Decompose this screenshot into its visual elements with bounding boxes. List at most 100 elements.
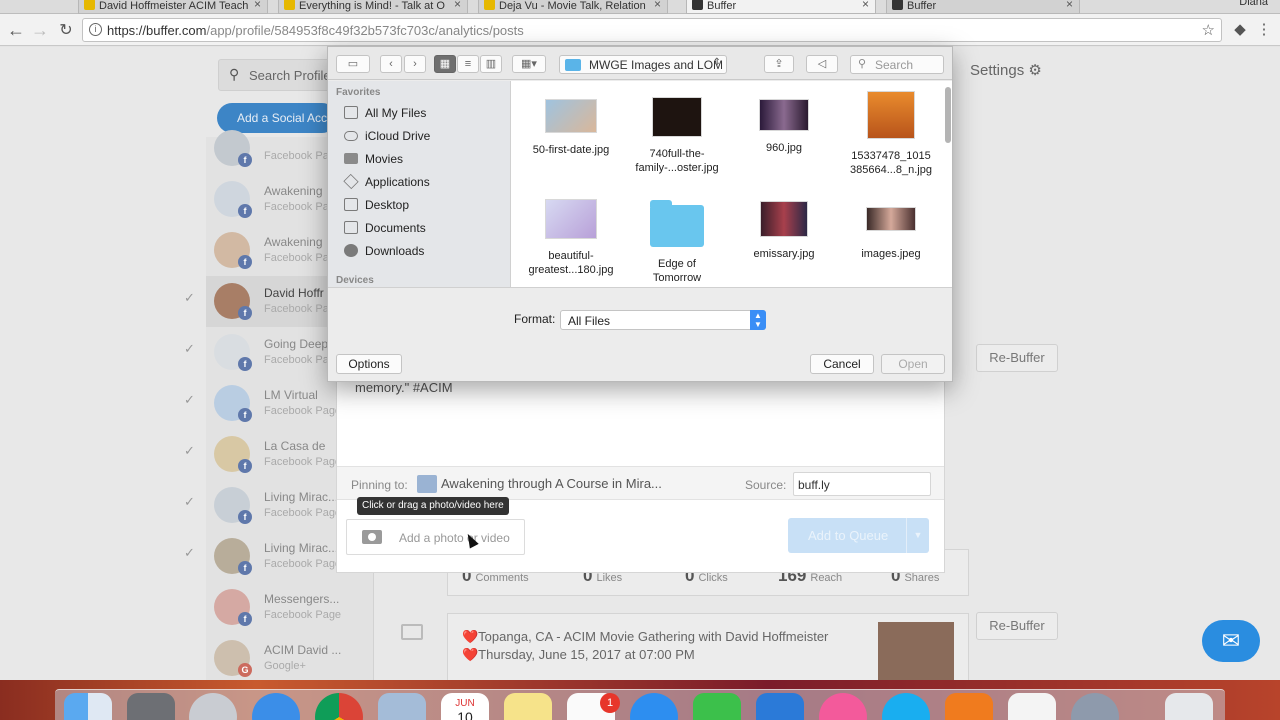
reload-icon[interactable]: ↻ [56,20,76,40]
google-plus-icon: G [238,663,252,677]
sidebar-item-documents[interactable]: Documents [344,218,426,238]
facebook-icon: f [238,357,252,371]
browser-profile-name[interactable]: Diana [1239,0,1268,8]
documents-icon [344,221,358,234]
sidebar-item-desktop[interactable]: Desktop [344,195,409,215]
calendar-day: 10 [457,709,473,720]
trash-icon[interactable] [1165,693,1213,720]
cancel-button[interactable]: Cancel [810,354,874,374]
composer-text[interactable]: memory." #ACIM [355,380,453,395]
source-label: Source: [745,478,787,492]
format-select[interactable]: All Files ▲ ▼ [560,310,766,330]
tab-title: Everything is Mind! - Talk at O [299,0,445,12]
sidebar-item-label: Documents [365,221,426,235]
file-item[interactable]: 50-first-date.jpg [521,99,621,157]
pinterest-board-selector[interactable]: Awakening through A Course in Mira... [441,476,662,491]
list-view-icon[interactable]: ≡ [457,55,479,73]
menu-icon[interactable]: ⋮ [1254,20,1274,38]
file-item[interactable]: 15337478_1015 385664...8_n.jpg [841,91,941,177]
chevron-down-icon[interactable]: ▼ [906,518,929,553]
browser-tab[interactable]: Everything is Mind! - Talk at O × [278,0,468,14]
add-to-queue-button[interactable]: Add to Queue ▼ [788,518,929,553]
tab-close-icon[interactable]: × [654,0,661,11]
file-name: 15337478_1015 385664...8_n.jpg [850,150,932,176]
sidebar-item-label: iCloud Drive [365,129,431,143]
settings-link[interactable]: Settings ⚙ [970,61,1042,79]
file-item[interactable]: images.jpeg [841,207,941,261]
url-field[interactable]: i https://buffer.com/app/profile/584953f… [82,18,1222,42]
back-chevron-icon[interactable]: ‹ [380,55,402,73]
post-text: ❤️Topanga, CA - ACIM Movie Gathering wit… [462,629,829,662]
facebook-icon: f [238,153,252,167]
buffer-favicon-icon [692,0,703,10]
tab-close-icon[interactable]: × [454,0,461,11]
profile-item[interactable]: G ACIM David ... Google+ [206,633,374,680]
forward-chevron-icon[interactable]: › [404,55,426,73]
facetime-icon[interactable] [693,693,741,720]
facebook-icon: f [238,612,252,626]
scrollbar-thumb[interactable] [945,87,951,143]
profile-name: Living Mirac... [264,541,339,555]
file-item[interactable]: 960.jpg [734,99,834,155]
tab-close-icon[interactable]: × [1066,0,1073,11]
back-arrow-icon[interactable]: ← [6,20,26,41]
address-bar: ← → ↻ i https://buffer.com/app/profile/5… [0,14,1280,46]
open-button[interactable]: Open [881,354,945,374]
sidebar-item-label: Downloads [365,244,425,258]
tag-icon[interactable]: ◁ [806,55,838,73]
facebook-icon: f [238,204,252,218]
search-icon: ⚲ [229,66,240,82]
profile-search-input[interactable]: ⚲ Search Profile [218,59,338,91]
url-host: https://buffer.com [107,23,207,38]
calendar-icon[interactable]: JUN 10 [441,693,489,720]
folder-item[interactable]: Edge of Tomorrow [627,200,727,285]
sidebar-toggle-icon[interactable]: ▭ [336,55,370,73]
options-button[interactable]: Options [336,354,402,374]
sidebar-item-movies[interactable]: Movies [344,149,403,169]
tab-close-icon[interactable]: × [862,0,869,11]
profile-name: Awakening [264,184,323,198]
notes-icon[interactable] [504,693,552,720]
word-icon[interactable] [756,693,804,720]
desktop-icon [344,198,358,211]
vlc-icon[interactable] [945,693,993,720]
sidebar-item-all-my-files[interactable]: All My Files [344,103,426,123]
file-item[interactable]: 740full-the-family-...oster.jpg [627,97,727,175]
sidebar-item-icloud-drive[interactable]: iCloud Drive [344,126,430,146]
info-icon[interactable]: i [89,23,102,36]
bookmark-star-icon[interactable]: ☆ [1202,21,1215,39]
profile-name: LM Virtual [264,388,318,402]
pinning-bar: Pinning to: Awakening through A Course i… [337,466,944,500]
rebuffer-button[interactable]: Re-Buffer [976,344,1058,372]
sidebar-item-applications[interactable]: Applications [343,172,430,192]
rebuffer-button[interactable]: Re-Buffer [976,612,1058,640]
browser-tab[interactable]: Deja Vu - Movie Talk, Relation × [478,0,668,14]
sidebar-item-downloads[interactable]: Downloads [344,241,424,261]
add-photo-button[interactable]: Add a photo or video [346,519,525,555]
file-name: 960.jpg [765,142,803,154]
profile-item[interactable]: f Messengers... Facebook Page [206,582,374,633]
slack-icon[interactable] [1008,693,1056,720]
share-icon[interactable]: ⇪ [764,55,794,73]
sidebar-item-label: Desktop [365,198,410,212]
file-item[interactable]: beautiful-greatest...180.jpg [521,199,621,277]
arrange-menu-icon[interactable]: ▦▾ [512,55,546,73]
browser-tab-active[interactable]: Buffer × [686,0,876,14]
dialog-search-input[interactable]: ⚲ Search [850,55,944,74]
browser-tab[interactable]: Buffer × [886,0,1080,14]
finder-icon[interactable] [64,693,112,720]
folder-path-popup[interactable]: MWGE Images and LOM ⇕ [559,55,727,74]
mail-app-icon[interactable] [378,693,426,720]
icon-view-icon[interactable]: ▦ [434,55,456,73]
source-input[interactable]: buff.ly [793,472,931,496]
system-preferences-icon[interactable] [127,693,175,720]
file-item[interactable]: emissary.jpg [734,201,834,261]
column-view-icon[interactable]: ▥ [480,55,502,73]
mail-icon[interactable]: ✉ [1202,620,1260,662]
tab-close-icon[interactable]: × [254,0,261,11]
browser-tab[interactable]: David Hoffmeister ACIM Teach × [78,0,268,14]
buffer-extension-icon[interactable]: ◆ [1230,20,1250,38]
forward-arrow-icon[interactable]: → [30,20,50,41]
search-icon: ⚲ [858,58,867,70]
image-thumbnail [866,207,916,231]
